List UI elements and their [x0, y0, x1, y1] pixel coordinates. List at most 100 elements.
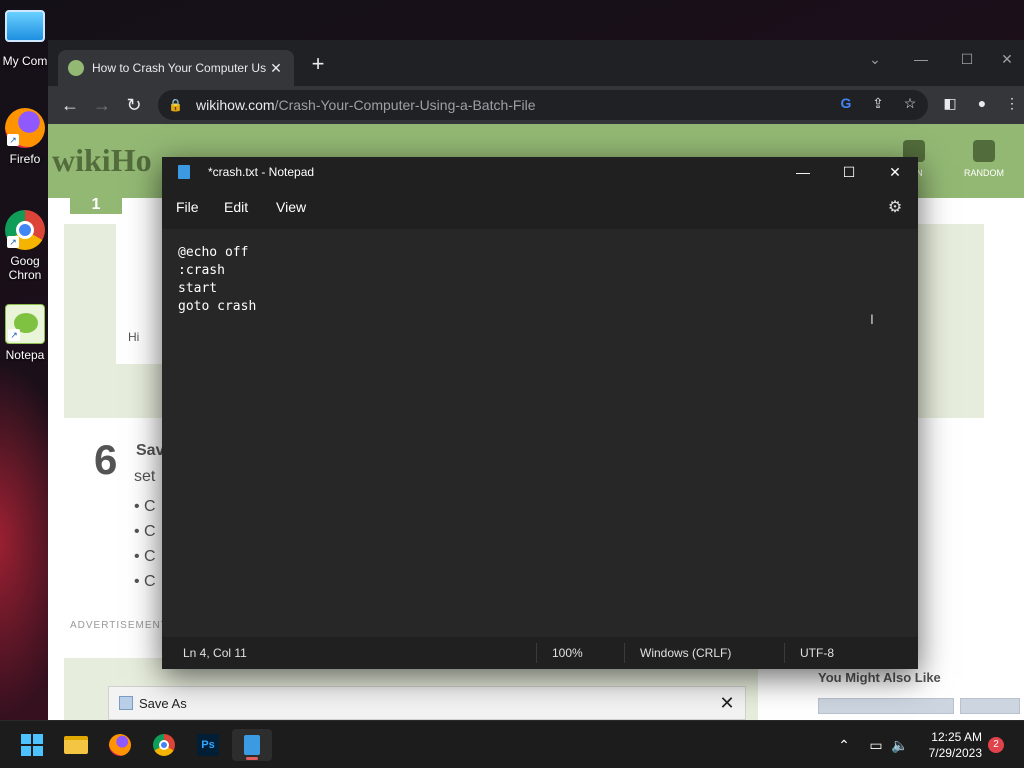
taskbar-chrome[interactable] — [144, 729, 184, 761]
network-icon[interactable]: ▭ — [866, 735, 886, 755]
taskbar-notepad[interactable] — [232, 729, 272, 761]
share-icon[interactable]: ⇪ — [866, 91, 890, 115]
minimize-button[interactable]: — — [898, 44, 944, 74]
folder-icon — [64, 736, 88, 754]
menu-file[interactable]: File — [176, 199, 199, 215]
google-icon[interactable]: G — [834, 91, 858, 115]
start-button[interactable] — [12, 729, 52, 761]
taskbar-file-explorer[interactable] — [56, 729, 96, 761]
also-like-heading: You Might Also Like — [818, 670, 941, 685]
wikihow-logo: wikiHo — [52, 142, 152, 178]
lock-icon: 🔒 — [168, 98, 183, 112]
shortcut-arrow-icon: ↗ — [8, 329, 20, 341]
clock-time: 12:25 AM — [931, 730, 982, 744]
notepad-statusbar: Ln 4, Col 11 100% Windows (CRLF) UTF-8 — [162, 637, 918, 669]
profile-icon[interactable]: ● — [970, 91, 994, 115]
step-bullet: • C — [134, 523, 156, 540]
notepad-menubar: File Edit View ⚙ — [162, 187, 918, 229]
save-as-dialog[interactable]: Save As ✕ — [108, 686, 746, 720]
tab-close-icon[interactable]: ✕ — [268, 60, 284, 77]
desktop-icon-notepad-plus[interactable]: ↗ Notepa — [0, 304, 50, 362]
save-as-title: Save As — [139, 695, 187, 711]
desktop-icon-label: Notepa — [5, 348, 45, 362]
desktop-icon-label: My Com — [2, 54, 48, 68]
clock[interactable]: 12:25 AM 7/29/2023 — [929, 729, 982, 761]
active-app-indicator — [246, 757, 258, 760]
status-position: Ln 4, Col 11 — [183, 646, 247, 660]
clock-date: 7/29/2023 — [928, 746, 982, 760]
taskbar-photoshop[interactable]: Ps — [188, 729, 228, 761]
back-arrow-icon[interactable]: ← — [56, 91, 84, 119]
status-line-ending: Windows (CRLF) — [640, 646, 732, 660]
url-path: /Crash-Your-Computer-Using-a-Batch-File — [274, 97, 536, 113]
shortcut-arrow-icon: ↗ — [7, 236, 19, 248]
save-as-close-icon[interactable]: ✕ — [715, 691, 739, 715]
reload-icon[interactable]: ↻ — [120, 91, 148, 119]
notification-badge[interactable]: 2 — [988, 737, 1004, 753]
notepad-icon — [178, 165, 190, 179]
desktop-icon-my-computer[interactable]: My Com — [0, 10, 50, 68]
notepad-titlebar[interactable]: *crash.txt - Notepad — ☐ ✕ — [162, 157, 918, 187]
shortcut-arrow-icon: ↗ — [7, 134, 19, 146]
desktop-icon-label: Firefo — [9, 152, 41, 166]
notepad-plus-icon: ↗ — [5, 304, 45, 344]
photoshop-icon: Ps — [197, 734, 219, 756]
side-panel-icon[interactable]: ◧ — [938, 91, 962, 115]
notepad-icon — [244, 735, 260, 755]
menu-kebab-icon[interactable]: ⋮ — [1000, 91, 1024, 115]
url-host: wikihow.com — [196, 97, 275, 113]
wikihow-favicon-icon — [68, 60, 84, 76]
save-as-icon — [119, 696, 133, 710]
taskbar: Ps ⌃ ▭ 🔈 12:25 AM 7/29/2023 2 — [0, 720, 1024, 768]
chrome-icon — [153, 734, 175, 756]
step-badge: 1 — [70, 196, 122, 214]
chrome-icon: ↗ — [5, 210, 45, 250]
monitor-icon — [5, 10, 45, 42]
browser-tab[interactable]: How to Crash Your Computer Us ✕ — [58, 50, 294, 86]
settings-gear-icon[interactable]: ⚙ — [884, 197, 906, 219]
notepad-close-button[interactable]: ✕ — [872, 157, 918, 187]
notepad-title: *crash.txt - Notepad — [208, 165, 315, 179]
tab-title: How to Crash Your Computer Us — [92, 61, 267, 75]
taskbar-firefox[interactable] — [100, 729, 140, 761]
maximize-button[interactable]: ☐ — [944, 44, 990, 74]
related-thumbnail[interactable] — [818, 698, 954, 714]
related-thumbnail[interactable] — [960, 698, 1020, 714]
dice-icon — [973, 140, 995, 162]
advertisement-label: ADVERTISEMENT — [70, 620, 168, 631]
nav-random-label: RANDOM — [964, 168, 1004, 178]
notepad-window: *crash.txt - Notepad — ☐ ✕ File Edit Vie… — [162, 157, 918, 669]
tab-search-icon[interactable]: ⌄ — [852, 44, 898, 74]
step-bullet: • C — [134, 498, 156, 515]
menu-edit[interactable]: Edit — [224, 199, 248, 215]
nav-random[interactable]: RANDOM — [958, 140, 1010, 178]
notepad-maximize-button[interactable]: ☐ — [826, 157, 872, 187]
notepad-text-area[interactable]: @echo off :crash start goto crash — [162, 229, 918, 637]
new-tab-button[interactable]: + — [306, 52, 330, 76]
forward-arrow-icon[interactable]: → — [88, 91, 116, 119]
status-zoom: 100% — [552, 646, 583, 660]
firefox-icon — [109, 734, 131, 756]
notepad-minimize-button[interactable]: — — [780, 157, 826, 187]
step-heading: Sav — [136, 442, 165, 459]
desktop-icon-label: Goog Chron — [8, 254, 42, 282]
text-cursor-icon: I — [870, 311, 874, 327]
step-image-caption: Hi — [128, 330, 140, 344]
status-separator — [784, 643, 785, 663]
bookmark-star-icon[interactable]: ☆ — [898, 91, 922, 115]
volume-icon[interactable]: 🔈 — [890, 735, 910, 755]
status-separator — [536, 643, 537, 663]
step-body: set — [134, 468, 156, 485]
close-button[interactable]: ✕ — [990, 44, 1024, 74]
desktop-icon-chrome[interactable]: ↗ Goog Chron — [0, 210, 50, 282]
desktop-icon-firefox[interactable]: ↗ Firefo — [0, 108, 50, 166]
step-number: 6 — [94, 436, 118, 483]
firefox-icon: ↗ — [5, 108, 45, 148]
step-bullet: • C — [134, 548, 156, 565]
menu-view[interactable]: View — [276, 199, 306, 215]
status-separator — [624, 643, 625, 663]
tray-overflow-chevron-icon[interactable]: ⌃ — [834, 735, 854, 755]
status-encoding: UTF-8 — [800, 646, 834, 660]
tab-strip: How to Crash Your Computer Us ✕ + ⌄ — ☐ … — [48, 40, 1024, 86]
address-bar[interactable]: 🔒 wikihow.com /Crash-Your-Computer-Using… — [158, 90, 928, 120]
